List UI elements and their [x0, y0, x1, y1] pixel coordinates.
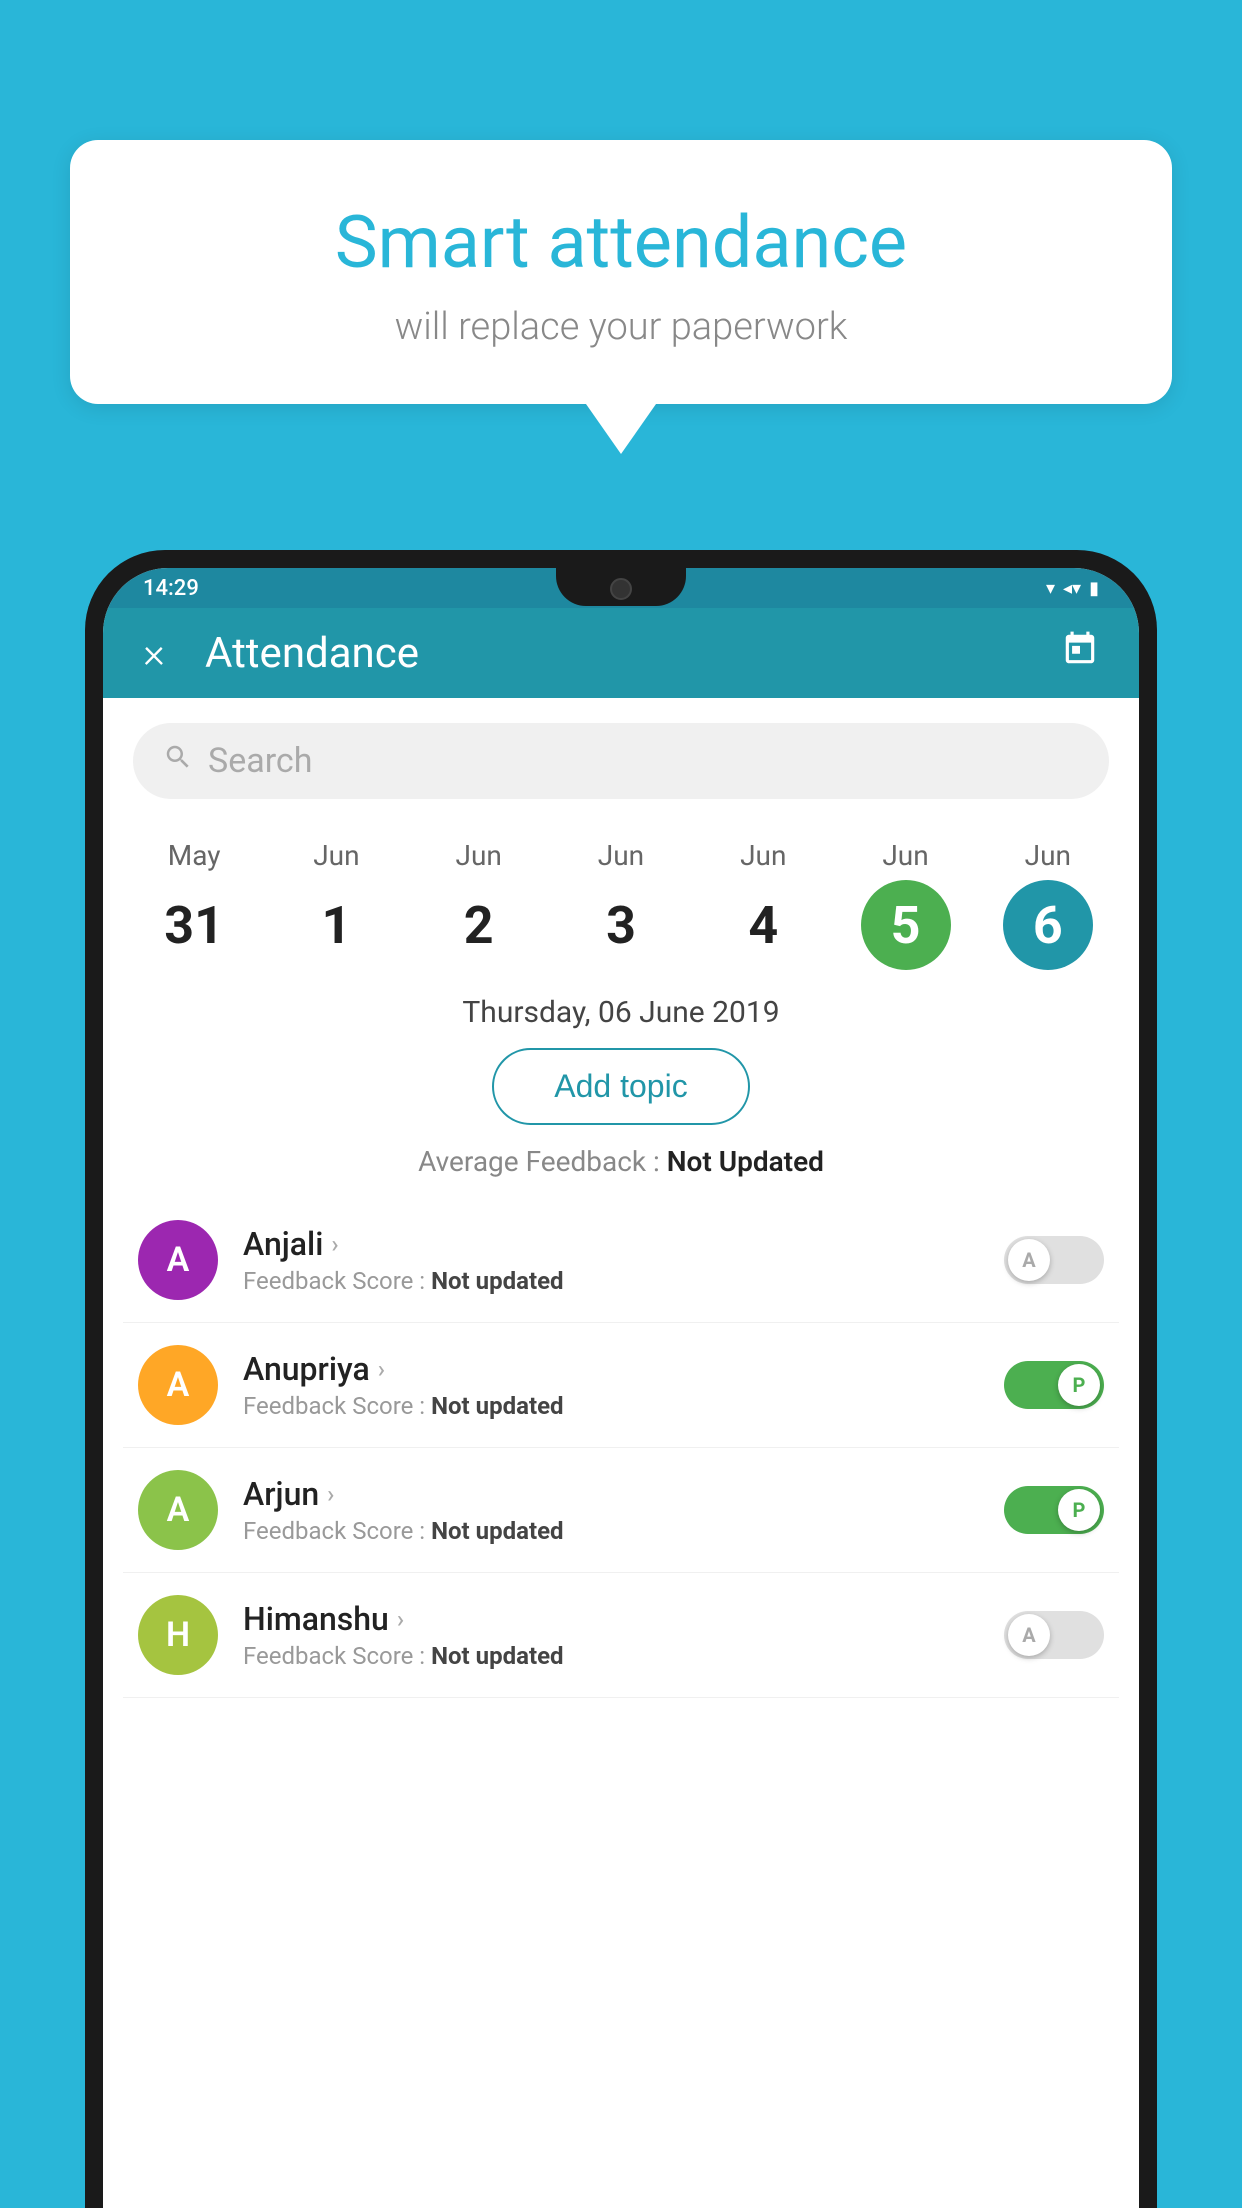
- attendance-toggle[interactable]: A: [1004, 1236, 1104, 1284]
- date-month: Jun: [598, 839, 644, 872]
- phone-screen: 14:29 ▾ ◂▾ ▮ × Attendance: [103, 568, 1139, 2208]
- date-month: Jun: [456, 839, 502, 872]
- student-list: AAnjali ›Feedback Score : Not updatedAAA…: [103, 1198, 1139, 1698]
- attendance-toggle[interactable]: A: [1004, 1611, 1104, 1659]
- speech-bubble-tail: [586, 404, 656, 454]
- toggle-knob: A: [1008, 1239, 1050, 1281]
- date-month: Jun: [882, 839, 928, 872]
- student-item: A Arjun › Feedback Score : Not updated P: [123, 1448, 1119, 1573]
- date-month: Jun: [313, 839, 359, 872]
- date-item[interactable]: Jun 2: [419, 839, 539, 970]
- avg-feedback: Average Feedback : Not Updated: [103, 1145, 1139, 1178]
- student-feedback: Feedback Score : Not updated: [243, 1392, 1004, 1420]
- date-number[interactable]: 6: [1003, 880, 1093, 970]
- student-item: A Anupriya › Feedback Score : Not updated P: [123, 1323, 1119, 1448]
- student-item: H Himanshu › Feedback Score : Not updatedA: [123, 1573, 1119, 1698]
- student-info: Anjali › Feedback Score : Not updated: [243, 1225, 1004, 1295]
- date-number[interactable]: 2: [434, 880, 524, 970]
- date-item[interactable]: Jun 6: [988, 839, 1108, 970]
- toggle-knob: P: [1058, 1364, 1100, 1406]
- student-info: Arjun › Feedback Score : Not updated: [243, 1475, 1004, 1545]
- signal-icon: ◂▾: [1063, 578, 1081, 599]
- attendance-toggle[interactable]: P: [1004, 1361, 1104, 1409]
- student-info: Himanshu › Feedback Score : Not updated: [243, 1600, 1004, 1670]
- date-item[interactable]: Jun 1: [276, 839, 396, 970]
- bubble-title: Smart attendance: [120, 200, 1122, 285]
- date-item[interactable]: Jun 5: [846, 839, 966, 970]
- date-strip: May 31 Jun 1 Jun 2 Jun 3 Jun 4 Jun 5 Jun 6: [103, 824, 1139, 970]
- date-number[interactable]: 4: [718, 880, 808, 970]
- toggle-knob: A: [1008, 1614, 1050, 1656]
- date-month: Jun: [740, 839, 786, 872]
- add-topic-button[interactable]: Add topic: [492, 1048, 749, 1125]
- student-item: AAnjali ›Feedback Score : Not updatedA: [123, 1198, 1119, 1323]
- student-avatar: A: [138, 1220, 218, 1300]
- date-number[interactable]: 3: [576, 880, 666, 970]
- status-icons: ▾ ◂▾ ▮: [1046, 578, 1099, 599]
- chevron-right-icon: ›: [397, 1605, 404, 1633]
- date-month: Jun: [1025, 839, 1071, 872]
- student-feedback: Feedback Score : Not updated: [243, 1642, 1004, 1670]
- search-input[interactable]: Search: [208, 741, 1079, 781]
- chevron-right-icon: ›: [378, 1355, 385, 1383]
- student-info: Anupriya › Feedback Score : Not updated: [243, 1350, 1004, 1420]
- front-camera: [610, 578, 632, 600]
- chevron-right-icon: ›: [331, 1230, 338, 1258]
- battery-icon: ▮: [1089, 578, 1099, 599]
- speech-bubble-container: Smart attendance will replace your paper…: [70, 140, 1172, 454]
- date-item[interactable]: May 31: [134, 839, 254, 970]
- bubble-subtitle: will replace your paperwork: [120, 305, 1122, 349]
- search-bar[interactable]: Search: [133, 723, 1109, 799]
- phone-frame: 14:29 ▾ ◂▾ ▮ × Attendance: [85, 550, 1157, 2208]
- student-name[interactable]: Himanshu ›: [243, 1600, 1004, 1638]
- student-avatar: H: [138, 1595, 218, 1675]
- student-avatar: A: [138, 1345, 218, 1425]
- speech-bubble: Smart attendance will replace your paper…: [70, 140, 1172, 404]
- student-feedback: Feedback Score : Not updated: [243, 1517, 1004, 1545]
- student-name[interactable]: Arjun ›: [243, 1475, 1004, 1513]
- date-item[interactable]: Jun 3: [561, 839, 681, 970]
- search-icon: [163, 742, 193, 780]
- chevron-right-icon: ›: [327, 1480, 334, 1508]
- avg-feedback-value: Not Updated: [667, 1145, 824, 1178]
- date-number[interactable]: 31: [149, 880, 239, 970]
- attendance-toggle[interactable]: P: [1004, 1486, 1104, 1534]
- student-name[interactable]: Anjali ›: [243, 1225, 1004, 1263]
- wifi-icon: ▾: [1046, 578, 1055, 599]
- date-number[interactable]: 1: [291, 880, 381, 970]
- close-button[interactable]: ×: [143, 629, 165, 678]
- header-title: Attendance: [205, 629, 1061, 678]
- status-time: 14:29: [143, 576, 199, 601]
- calendar-icon[interactable]: [1061, 630, 1099, 677]
- avg-feedback-prefix: Average Feedback :: [418, 1145, 667, 1178]
- date-number[interactable]: 5: [861, 880, 951, 970]
- app-header: × Attendance: [103, 608, 1139, 698]
- date-month: May: [168, 839, 221, 872]
- toggle-knob: P: [1058, 1489, 1100, 1531]
- student-feedback: Feedback Score : Not updated: [243, 1267, 1004, 1295]
- selected-date-label: Thursday, 06 June 2019: [103, 970, 1139, 1048]
- phone-notch: [556, 568, 686, 606]
- date-item[interactable]: Jun 4: [703, 839, 823, 970]
- student-avatar: A: [138, 1470, 218, 1550]
- student-name[interactable]: Anupriya ›: [243, 1350, 1004, 1388]
